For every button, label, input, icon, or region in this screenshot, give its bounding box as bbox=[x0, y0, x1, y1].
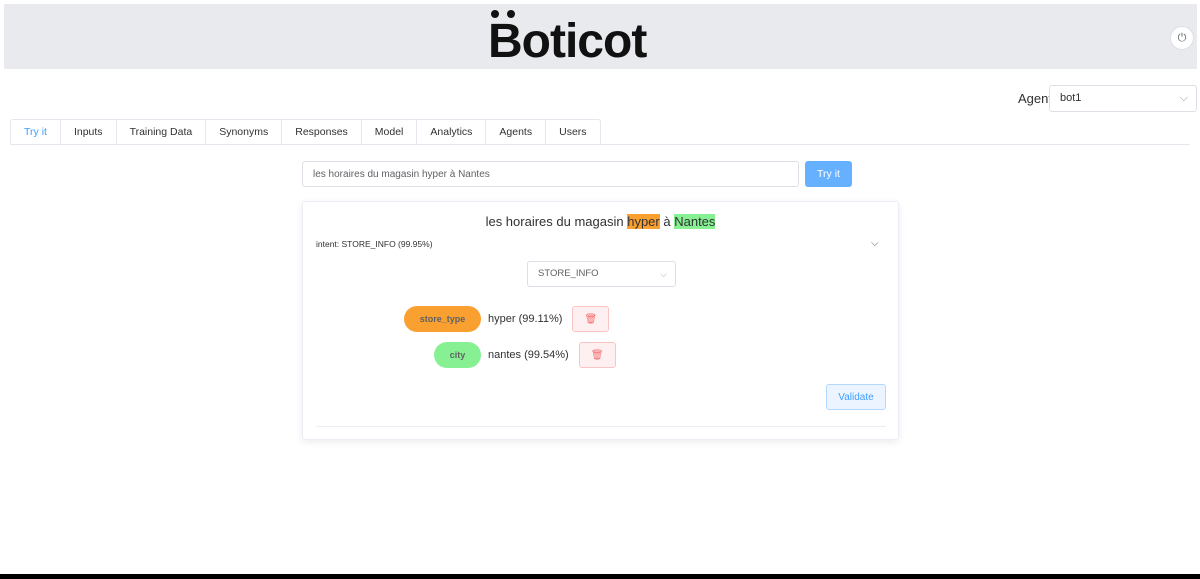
validate-button[interactable]: Validate bbox=[826, 384, 886, 410]
entity-row: store_type hyper (99.11%) 🗑 bbox=[404, 306, 610, 332]
entity-tag-city: city bbox=[434, 342, 481, 368]
header-bar: Boticot ⏻ bbox=[4, 4, 1197, 69]
entity-tag-store-type: store_type bbox=[404, 306, 481, 332]
tab-synonyms[interactable]: Synonyms bbox=[206, 119, 283, 145]
tab-try-it[interactable]: Try it bbox=[10, 119, 61, 145]
entity-row: city nantes (99.54%) 🗑 bbox=[434, 342, 616, 368]
logo-text: Boticot bbox=[488, 15, 647, 68]
bottom-edge bbox=[0, 574, 1200, 579]
tab-bar: Try it Inputs Training Data Synonyms Res… bbox=[10, 119, 601, 145]
tab-agents[interactable]: Agents bbox=[486, 119, 547, 145]
entity-value: nantes (99.54%) bbox=[488, 349, 569, 361]
trash-icon: 🗑 bbox=[584, 313, 598, 325]
tab-inputs[interactable]: Inputs bbox=[60, 119, 117, 145]
chevron-down-icon: ⌵ bbox=[1179, 92, 1188, 104]
chevron-down-icon: ⌵ bbox=[660, 269, 667, 279]
delete-entity-button[interactable]: 🗑 bbox=[578, 342, 616, 368]
tab-model[interactable]: Model bbox=[361, 119, 418, 145]
boticot-logo: Boticot bbox=[488, 10, 688, 68]
tab-users[interactable]: Users bbox=[546, 119, 601, 145]
tabs-divider bbox=[10, 144, 1190, 145]
agent-select-value: bot1 bbox=[1060, 92, 1082, 104]
tab-responses[interactable]: Responses bbox=[282, 119, 362, 145]
chevron-down-icon[interactable]: ⌵ bbox=[871, 238, 879, 249]
result-card: les horaires du magasin hyper à Nantes i… bbox=[302, 201, 899, 440]
card-divider bbox=[316, 426, 886, 427]
entity-value: hyper (99.11%) bbox=[488, 313, 563, 325]
sentence-text: à bbox=[659, 214, 675, 229]
try-it-button[interactable]: Try it bbox=[805, 161, 852, 187]
app-frame: Boticot ⏻ Agent: bot1 ⌵ Try it Inputs Tr… bbox=[0, 0, 1200, 579]
delete-entity-button[interactable]: 🗑 bbox=[572, 306, 610, 332]
query-input[interactable] bbox=[302, 161, 799, 187]
intent-summary: intent: STORE_INFO (99.95%) bbox=[316, 239, 433, 249]
trash-icon: 🗑 bbox=[590, 349, 604, 361]
intent-select[interactable]: STORE_INFO ⌵ bbox=[527, 261, 676, 287]
tab-analytics[interactable]: Analytics bbox=[417, 119, 487, 145]
intent-select-value: STORE_INFO bbox=[538, 268, 599, 279]
agent-select[interactable]: bot1 ⌵ bbox=[1049, 85, 1197, 112]
highlight-store-type[interactable]: hyper bbox=[627, 214, 660, 229]
tab-training-data[interactable]: Training Data bbox=[116, 119, 207, 145]
sentence-text: les horaires du magasin bbox=[485, 214, 628, 229]
highlight-city[interactable]: Nantes bbox=[674, 214, 716, 229]
power-icon[interactable]: ⏻ bbox=[1170, 26, 1194, 50]
annotated-sentence: les horaires du magasin hyper à Nantes bbox=[303, 214, 898, 229]
